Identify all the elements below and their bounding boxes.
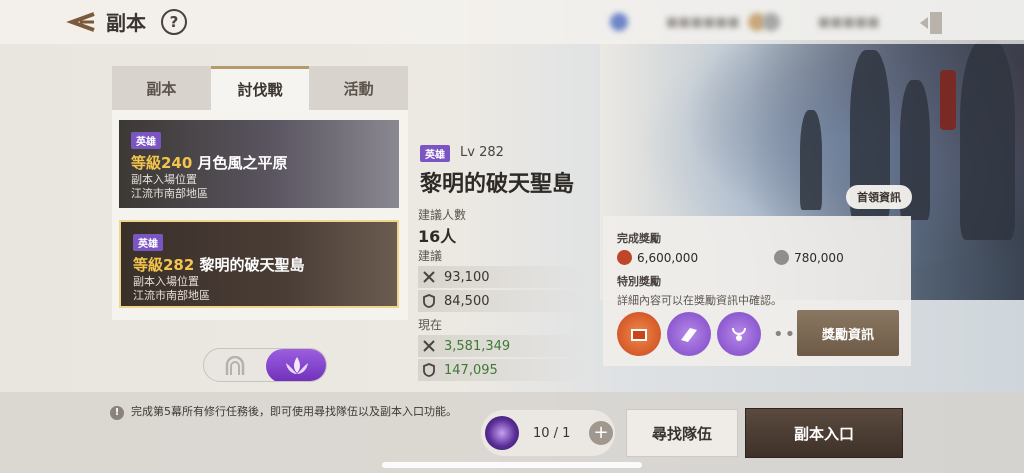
dungeon-card-moonlight[interactable]: 英雄 等級240 月色風之平原 副本入場位置 江流市南部地區: [119, 120, 399, 208]
necklace-icon: [732, 327, 746, 341]
toggle-normal[interactable]: [204, 349, 266, 381]
special-reward-desc: 詳細內容可以在獎勵資訊中確認。: [617, 294, 782, 307]
reward-icon-list: •••: [617, 312, 814, 356]
chest-reward-icon[interactable]: [617, 312, 661, 356]
detail-dungeon-name: 黎明的破天聖島: [420, 172, 575, 197]
recommended-people-value: 16人: [418, 227, 457, 246]
help-icon[interactable]: ?: [161, 9, 187, 35]
enter-dungeon-button[interactable]: 副本入口: [745, 408, 903, 458]
currency-silver: ■■■■■: [762, 12, 879, 32]
recommended-people-label: 建議人數: [418, 208, 467, 222]
current-attack: 3,581,349: [418, 335, 588, 357]
wing-reward-icon[interactable]: [667, 312, 711, 356]
swords-icon: [423, 271, 435, 283]
recommended-attack: 93,100: [418, 266, 588, 288]
current-attack-value: 3,581,349: [444, 338, 511, 354]
chest-icon: [631, 329, 647, 341]
recommended-defense-value: 84,500: [444, 293, 490, 309]
recommended-label: 建議: [418, 249, 443, 263]
complete-reward-row: 6,600,000 780,000: [617, 250, 897, 265]
entry-label: 副本入場位置: [131, 173, 197, 186]
current-label: 現在: [418, 318, 443, 332]
ticket-count: 10 / 1: [533, 425, 571, 441]
mode-toggle[interactable]: [203, 348, 327, 382]
dungeon-card-dawn[interactable]: 英雄 等級282 黎明的破天聖島 副本入場位置 江流市南部地區: [119, 220, 399, 308]
swords-icon: [423, 340, 435, 352]
exit-icon[interactable]: [918, 10, 946, 36]
add-ticket-button[interactable]: +: [589, 421, 613, 445]
back-arrow-icon[interactable]: [66, 10, 98, 34]
tab-raid[interactable]: 討伐戰: [210, 66, 310, 110]
dungeon-name: 黎明的破天聖島: [199, 256, 305, 274]
shield-icon: [423, 294, 435, 308]
dungeon-list: 英雄 等級240 月色風之平原 副本入場位置 江流市南部地區 英雄 等級282 …: [112, 110, 408, 320]
reward-panel: 完成獎勵 6,600,000 780,000 特別獎勵 詳細內容可以在獎勵資訊中…: [603, 216, 911, 366]
gold-amount: 6,600,000: [637, 250, 699, 265]
dungeon-card-title: 等級282 黎明的破天聖島: [133, 254, 385, 275]
detail-hero-badge: 英雄: [420, 145, 450, 162]
dungeon-name: 月色風之平原: [197, 154, 288, 172]
entry-label: 副本入場位置: [133, 275, 199, 288]
silver-coin-icon: [774, 250, 790, 265]
necklace-reward-icon[interactable]: [717, 312, 761, 356]
tab-bar: 副本 討伐戰 活動: [112, 66, 409, 110]
gate-icon: [225, 356, 245, 375]
recommended-block: 建議人數 16人 建議 93,100 84,500 現在 3,581,349 1…: [418, 206, 588, 381]
current-defense: 147,095: [418, 359, 588, 381]
special-reward-label: 特別獎勵: [617, 275, 661, 288]
reward-info-button[interactable]: 獎勵資訊: [797, 310, 899, 356]
hero-badge: 英雄: [133, 234, 163, 251]
hero-badge: 英雄: [131, 132, 161, 149]
detail-level: Lv 282: [460, 145, 504, 160]
currency-gems: ■■■■■■: [610, 12, 774, 32]
dungeon-level: 等級282: [133, 256, 195, 274]
info-icon: !: [110, 406, 124, 420]
tab-dungeon[interactable]: 副本: [112, 66, 211, 110]
entry-location: 江流市南部地區: [133, 289, 210, 302]
boss-info-button[interactable]: 首領資訊: [846, 185, 912, 209]
ticket-icon: [485, 416, 519, 450]
recommended-attack-value: 93,100: [444, 269, 490, 285]
dungeon-card-title: 等級240 月色風之平原: [131, 152, 387, 173]
entry-location: 江流市南部地區: [131, 187, 208, 200]
unlock-notice: 完成第5幕所有修行任務後，即可使用尋找隊伍以及副本入口功能。: [131, 405, 457, 418]
home-indicator: [382, 462, 642, 468]
find-party-button[interactable]: 尋找隊伍: [626, 409, 738, 457]
complete-reward-label: 完成獎勵: [617, 232, 661, 245]
shield-icon: [423, 363, 435, 377]
tab-event[interactable]: 活動: [309, 66, 409, 110]
page-title: 副本: [106, 11, 146, 35]
dungeon-level: 等級240: [131, 154, 193, 172]
lotus-icon: [286, 357, 308, 374]
recommended-defense: 84,500: [418, 290, 588, 312]
silver-amount: 780,000: [794, 250, 844, 265]
wing-icon: [681, 328, 697, 342]
toggle-hero[interactable]: [266, 349, 326, 381]
gold-coin-icon: [617, 250, 632, 265]
current-defense-value: 147,095: [444, 362, 498, 378]
